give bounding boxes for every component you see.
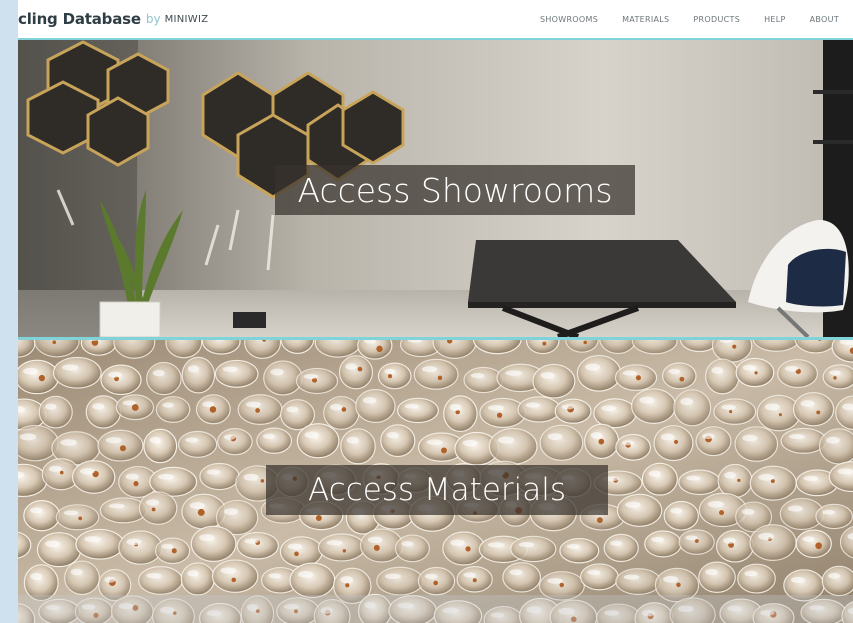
brand-logo[interactable]: cling Database by MINIWIZ: [18, 0, 208, 38]
showrooms-hero[interactable]: Access Showrooms: [18, 40, 853, 337]
brand-title: cling Database: [18, 10, 141, 28]
top-navbar: cling Database by MINIWIZ SHOWROOMS MATE…: [18, 0, 853, 40]
nav-showrooms[interactable]: SHOWROOMS: [540, 15, 598, 24]
access-materials-button[interactable]: Access Materials: [266, 465, 608, 515]
main-nav: SHOWROOMS MATERIALS PRODUCTS HELP ABOUT: [540, 0, 853, 38]
materials-hero[interactable]: Access Materials: [18, 340, 853, 623]
access-showrooms-button[interactable]: Access Showrooms: [275, 165, 635, 215]
nav-products[interactable]: PRODUCTS: [693, 15, 740, 24]
brand-by-text: by: [145, 12, 161, 26]
page: cling Database by MINIWIZ SHOWROOMS MATE…: [18, 0, 853, 623]
brand-org: MINIWIZ: [164, 13, 209, 25]
nav-materials[interactable]: MATERIALS: [622, 15, 669, 24]
nav-help[interactable]: HELP: [764, 15, 786, 24]
nav-about[interactable]: ABOUT: [810, 15, 839, 24]
